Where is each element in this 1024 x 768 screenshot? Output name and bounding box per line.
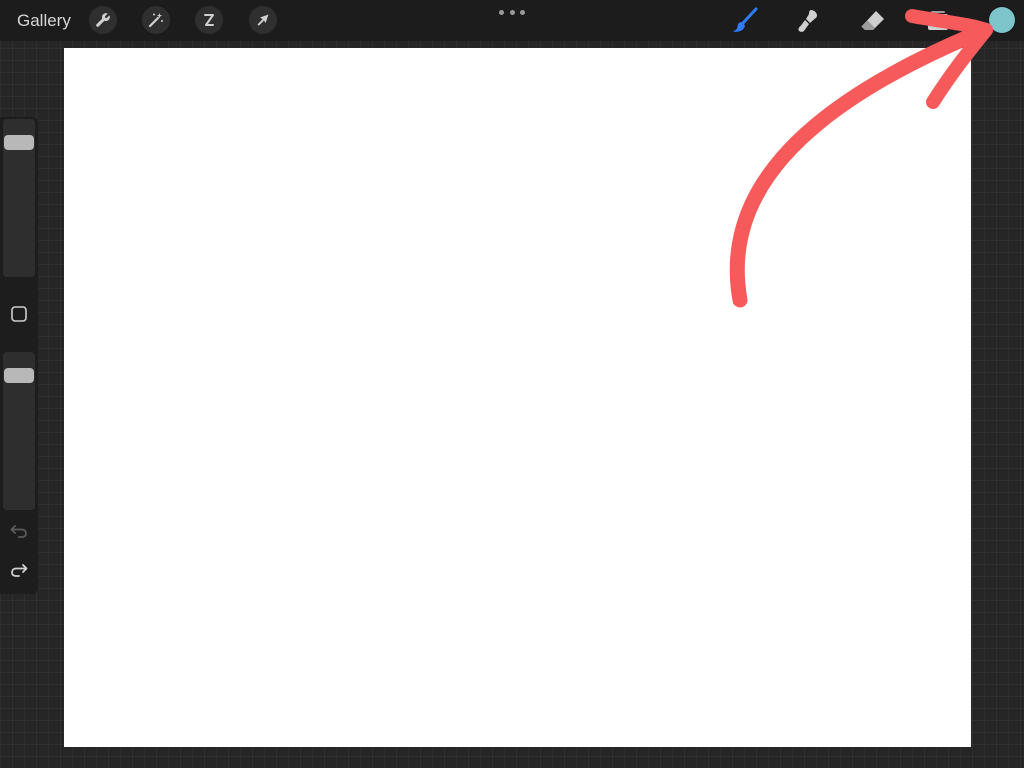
more-options-button[interactable] xyxy=(499,6,525,18)
eraser-icon xyxy=(861,11,884,30)
brush-tool-button[interactable] xyxy=(728,5,760,37)
dot-icon xyxy=(499,9,504,15)
brush-icon xyxy=(733,7,758,32)
color-picker-button[interactable] xyxy=(989,7,1015,33)
selection-button[interactable] xyxy=(195,6,223,34)
brush-size-handle[interactable] xyxy=(4,134,34,150)
magic-wand-icon xyxy=(148,13,163,28)
actions-button[interactable] xyxy=(89,6,117,34)
modify-square-icon[interactable] xyxy=(10,305,28,323)
layers-icon xyxy=(928,11,948,30)
opacity-slider[interactable] xyxy=(3,352,35,510)
drawing-canvas[interactable] xyxy=(64,48,971,747)
undo-icon[interactable] xyxy=(9,522,29,540)
brush-size-slider[interactable] xyxy=(3,119,35,277)
adjustments-button[interactable] xyxy=(142,6,170,34)
transform-button[interactable] xyxy=(249,6,277,34)
layers-button[interactable] xyxy=(922,5,954,37)
opacity-handle[interactable] xyxy=(4,367,34,383)
redo-icon[interactable] xyxy=(9,561,29,579)
top-toolbar: Gallery xyxy=(0,0,1024,41)
eraser-tool-button[interactable] xyxy=(857,5,889,37)
smudge-tool-button[interactable] xyxy=(792,5,824,37)
smudge-icon xyxy=(798,10,817,32)
gallery-link[interactable]: Gallery xyxy=(17,11,71,31)
arrow-cursor-icon xyxy=(257,14,269,26)
selection-s-icon xyxy=(204,14,214,26)
wrench-icon xyxy=(96,13,110,27)
dot-icon xyxy=(509,9,515,15)
left-sidebar xyxy=(0,117,38,594)
dot-icon xyxy=(520,9,525,15)
